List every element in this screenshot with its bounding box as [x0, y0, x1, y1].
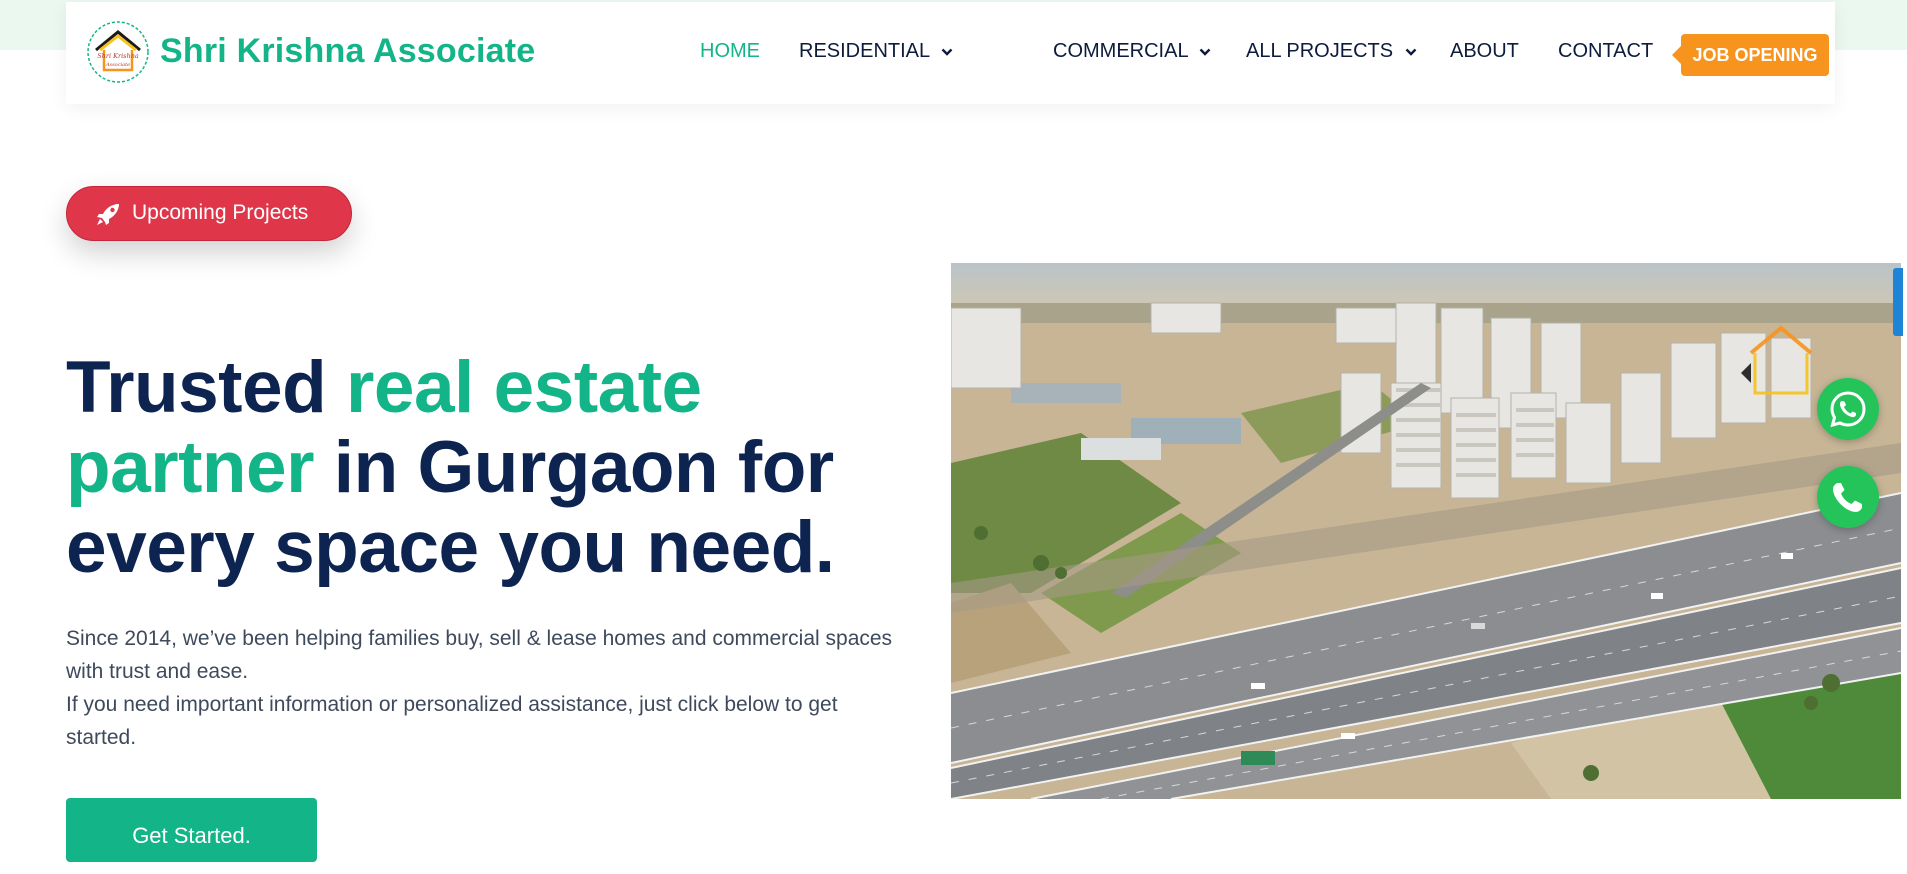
headline-highlight-partner: partner: [66, 427, 315, 508]
brand-name[interactable]: Shri Krishna Associate: [160, 32, 535, 71]
nav-home-label: HOME: [700, 40, 760, 62]
logo-icon: Shri Krishna Associate: [87, 21, 149, 83]
job-opening-button[interactable]: JOB OPENING: [1681, 34, 1829, 76]
nav-contact[interactable]: CONTACT: [1558, 40, 1653, 63]
svg-text:Associate: Associate: [105, 62, 130, 68]
headline-highlight-real-estate: real estate: [345, 347, 702, 428]
nav-residential-label: RESIDENTIAL: [799, 40, 930, 62]
nav-commercial-label: COMMERCIAL: [1053, 40, 1188, 62]
headline-part1: Trusted: [66, 347, 346, 428]
scroll-edge-indicator: [1893, 268, 1903, 336]
get-started-button[interactable]: Get Started.: [66, 798, 317, 862]
whatsapp-button[interactable]: [1817, 378, 1879, 440]
upcoming-projects-button[interactable]: Upcoming Projects: [66, 186, 352, 241]
site-header: Shri Krishna Associate Shri Krishna Asso…: [66, 2, 1835, 104]
hero-aerial-image: [951, 263, 1901, 799]
rocket-icon: [97, 204, 119, 225]
description-line-2: If you need important information or per…: [66, 693, 838, 749]
phone-icon: [1833, 483, 1862, 512]
nav-residential[interactable]: RESIDENTIAL: [799, 40, 953, 63]
upcoming-projects-label: Upcoming Projects: [132, 201, 309, 224]
hero-headline: Trusted real estate partner in Gurgaon fo…: [66, 348, 946, 588]
whatsapp-icon: [1830, 391, 1866, 428]
nav-contact-label: CONTACT: [1558, 40, 1654, 62]
site-logo[interactable]: Shri Krishna Associate: [86, 20, 150, 84]
aerial-photo-illustration: [951, 263, 1901, 799]
nav-commercial[interactable]: COMMERCIAL: [1053, 40, 1211, 63]
phone-call-button[interactable]: [1817, 466, 1879, 528]
chevron-down-icon: [1200, 48, 1211, 56]
hero-description: Since 2014, we’ve been helping families …: [66, 622, 906, 754]
svg-text:Shri Krishna: Shri Krishna: [97, 52, 139, 60]
chevron-down-icon: [941, 48, 953, 56]
nav-all-projects[interactable]: ALL PROJECTS: [1246, 40, 1417, 63]
description-line-1: Since 2014, we’ve been helping families …: [66, 627, 893, 683]
chevron-down-icon: [1405, 48, 1417, 56]
nav-about-label: ABOUT: [1450, 40, 1519, 62]
nav-all-projects-label: ALL PROJECTS: [1246, 40, 1394, 62]
nav-about[interactable]: ABOUT: [1450, 40, 1519, 63]
nav-home[interactable]: HOME: [700, 40, 760, 63]
